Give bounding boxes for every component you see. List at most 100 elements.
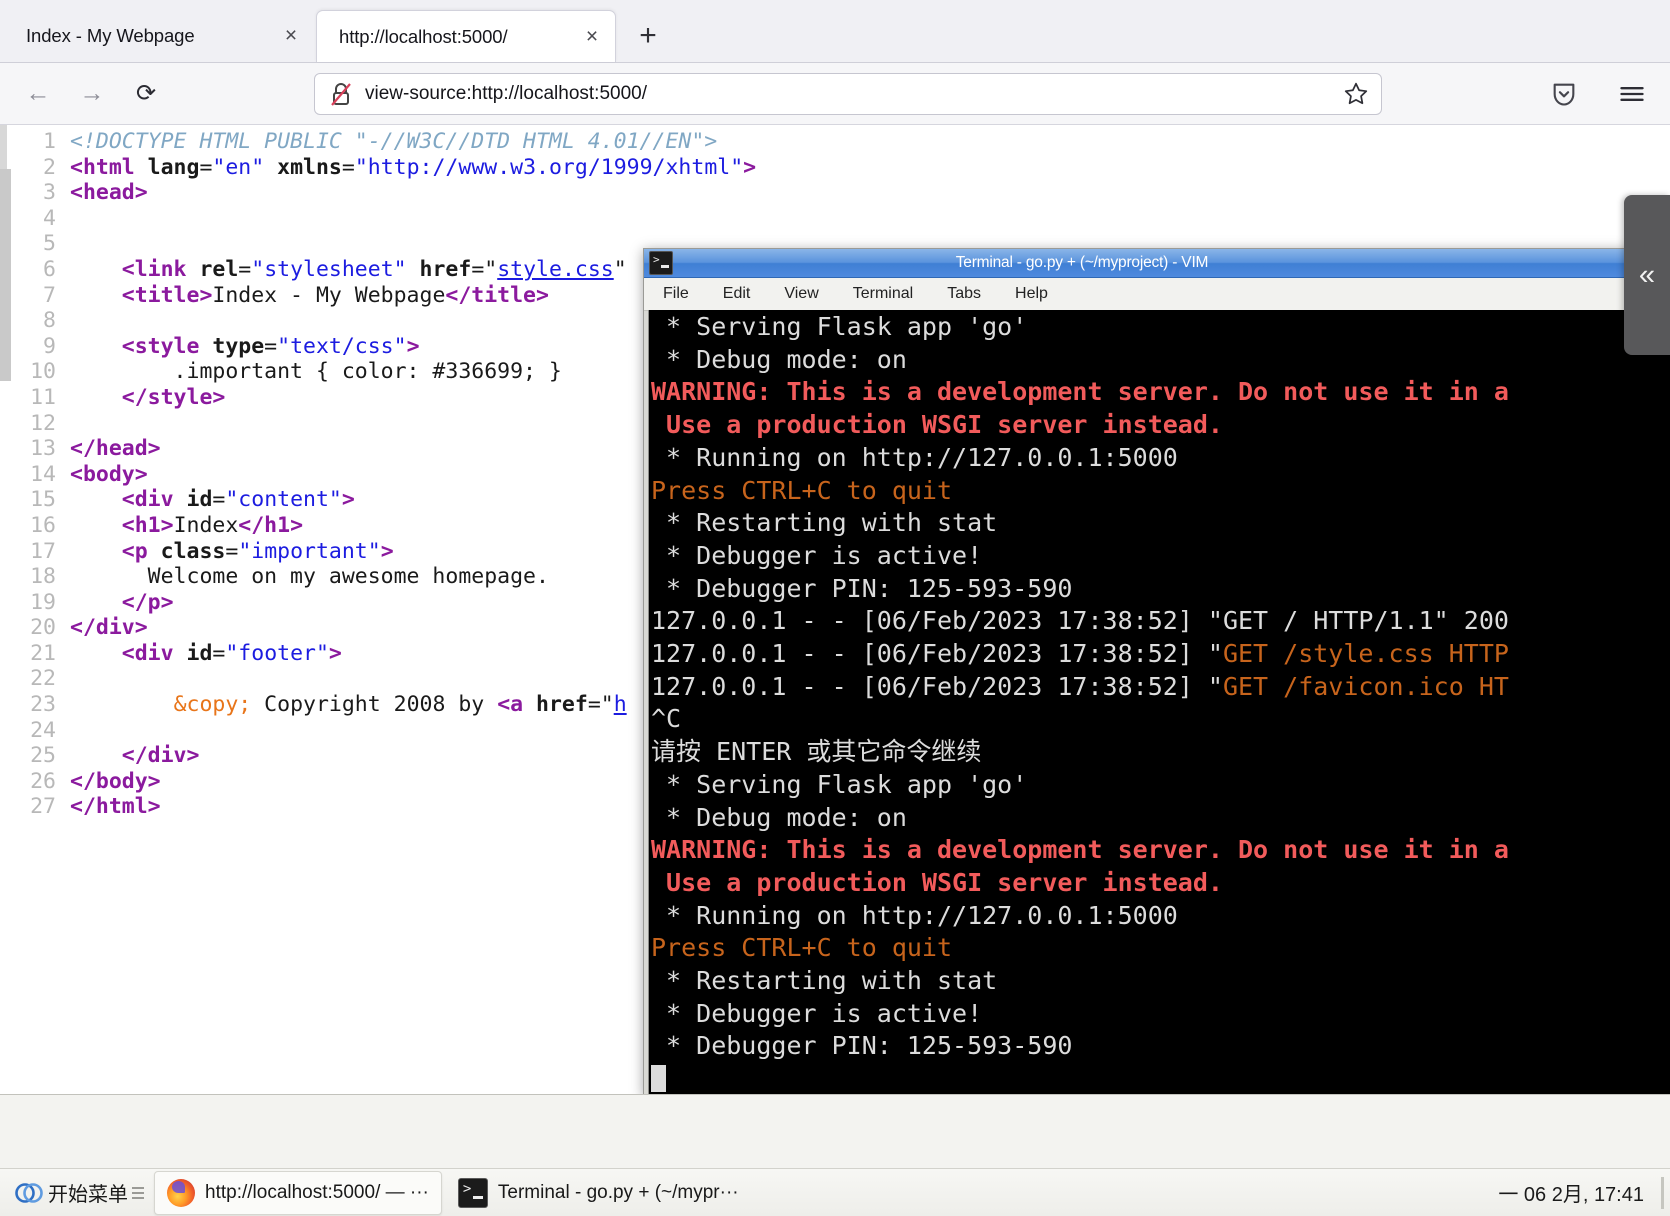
line-number: 12 (30, 410, 56, 436)
taskbar-item-firefox[interactable]: http://localhost:5000/ — ··· (154, 1170, 442, 1215)
code-token: <html (70, 154, 148, 180)
code-token: > (743, 154, 757, 180)
terminal-line: Press CTRL+C to quit (651, 475, 1670, 508)
source-line: 4 (0, 206, 1670, 232)
code-token: </html> (70, 794, 161, 820)
code-token: </h1> (238, 512, 304, 538)
terminal-text: * Restarting with stat (651, 966, 998, 996)
terminal-text: * Debugger PIN: 125-593-590 (651, 1031, 1073, 1061)
terminal-text: Use a production WSGI server instead. (651, 410, 1223, 440)
terminal-menu-view[interactable]: View (781, 283, 821, 305)
code-token: </p> (121, 589, 174, 615)
taskbar-item-label: Terminal - go.py + (~/mypr··· (497, 1181, 739, 1203)
terminal-line: Use a production WSGI server instead. (651, 409, 1670, 442)
code-token: > (341, 487, 355, 513)
code-token: =" (471, 256, 498, 282)
code-token: type (212, 333, 265, 359)
new-tab-button[interactable]: + (626, 14, 670, 58)
terminal-line: * Running on http://127.0.0.1:5000 (651, 442, 1670, 475)
code-token: <title> (121, 282, 213, 308)
star-outline-icon[interactable] (1341, 79, 1371, 109)
terminal-menu-help[interactable]: Help (1012, 283, 1051, 305)
forward-icon[interactable]: → (70, 72, 114, 116)
code-token: lang (147, 154, 200, 180)
start-menu-button[interactable]: 开始菜单 (8, 1172, 150, 1214)
code-token[interactable]: style.css (497, 257, 614, 282)
close-icon[interactable]: × (274, 19, 308, 53)
terminal-text: Use a production WSGI server instead. (651, 867, 1223, 897)
terminal-line: WARNING: This is a development server. D… (651, 834, 1670, 867)
firefox-icon (167, 1178, 195, 1207)
chevron-double-left-icon: « (1638, 258, 1656, 291)
line-number: 19 (30, 589, 56, 615)
terminal-menu-edit[interactable]: Edit (720, 283, 754, 305)
code-token: <div (121, 640, 187, 666)
reload-icon[interactable]: ⟳ (124, 72, 168, 116)
terminal-text: GET /style.css HTTP (1222, 639, 1509, 669)
code-token: <div (121, 487, 187, 513)
code-token: </head> (70, 436, 161, 462)
line-number: 25 (30, 743, 56, 769)
terminal-line: * Debug mode: on (651, 344, 1670, 377)
url-text: view-source:http://localhost:5000/ (365, 82, 647, 104)
browser-tab-1[interactable]: http://localhost:5000/ × (316, 10, 616, 62)
hamburger-menu-icon[interactable] (1610, 72, 1654, 116)
code-token: "http://www.w3.org/1999/xhtml" (354, 154, 744, 180)
code-token: =" (587, 692, 614, 718)
browser-tab-0[interactable]: Index - My Webpage × (4, 10, 314, 62)
code-token: <link (121, 256, 200, 282)
code-token: &copy; (173, 692, 252, 718)
terminal-line: Press CTRL+C to quit (651, 932, 1670, 965)
terminal-text: GET /favicon.ico HT (1222, 671, 1509, 701)
terminal-text: 请按 ENTER 或其它命令继续 (651, 737, 982, 767)
terminal-line: 127.0.0.1 - - [06/Feb/2023 17:38:52] "GE… (651, 638, 1670, 671)
line-number: 11 (30, 384, 56, 410)
scrollbar-thumb[interactable] (0, 169, 11, 381)
terminal-menu-file[interactable]: File (660, 283, 692, 305)
terminal-line: * Debug mode: on (651, 802, 1670, 835)
terminal-window[interactable]: Terminal - go.py + (~/myproject) - VIM F… (643, 248, 1670, 1096)
screen: Index - My Webpage × http://localhost:50… (0, 0, 1670, 1216)
terminal-text: * Debugger is active! (651, 540, 983, 570)
terminal-title-bar[interactable]: Terminal - go.py + (~/myproject) - VIM (644, 249, 1670, 278)
code-token: .important { color: #336699; } (70, 359, 562, 385)
taskbar-item-terminal[interactable]: Terminal - go.py + (~/mypr··· (446, 1171, 751, 1215)
broken-lock-icon (329, 81, 353, 107)
taskbar-clock[interactable]: 一 06 2月, 17:41 (1498, 1178, 1662, 1207)
line-number: 14 (30, 461, 56, 487)
code-token: = (225, 538, 239, 564)
terminal-text: 127.0.0.1 - - [06/Feb/2023 17:38:52] " (651, 671, 1223, 701)
code-token: "important" (238, 538, 381, 564)
terminal-menu-tabs[interactable]: Tabs (944, 283, 984, 305)
terminal-line (651, 1063, 1670, 1095)
source-line: 3 <head> (0, 180, 1670, 206)
code-token[interactable]: h (614, 692, 627, 717)
code-token: xmlns (277, 154, 342, 180)
line-number: 21 (30, 640, 56, 666)
address-bar[interactable]: view-source:http://localhost:5000/ (314, 72, 1382, 115)
terminal-line: 127.0.0.1 - - [06/Feb/2023 17:38:52] "GE… (651, 671, 1670, 704)
terminal-line: * Serving Flask app 'go' (651, 769, 1670, 802)
terminal-line: 请按 ENTER 或其它命令继续 (651, 736, 1670, 769)
line-number: 27 (30, 794, 56, 820)
code-token: </div> (70, 615, 148, 641)
terminal-text: WARNING: This is a development server. D… (651, 377, 1509, 407)
back-icon[interactable]: ← (16, 72, 60, 116)
pocket-shield-icon[interactable] (1542, 72, 1586, 116)
terminal-icon (457, 1177, 488, 1208)
terminal-text: * Serving Flask app 'go' (651, 769, 1028, 799)
terminal-text: WARNING: This is a development server. D… (651, 835, 1509, 865)
sidebar-collapse-handle[interactable]: « (1624, 195, 1670, 355)
close-icon[interactable]: × (575, 20, 609, 54)
terminal-menu-terminal[interactable]: Terminal (850, 283, 916, 305)
code-token: > (380, 538, 394, 564)
terminal-text: Press CTRL+C to quit (651, 475, 953, 505)
terminal-output-area[interactable]: * Serving Flask app 'go' * Debug mode: o… (648, 310, 1670, 1095)
code-token: "text/css" (277, 333, 407, 359)
code-token: <h1> (121, 512, 174, 538)
